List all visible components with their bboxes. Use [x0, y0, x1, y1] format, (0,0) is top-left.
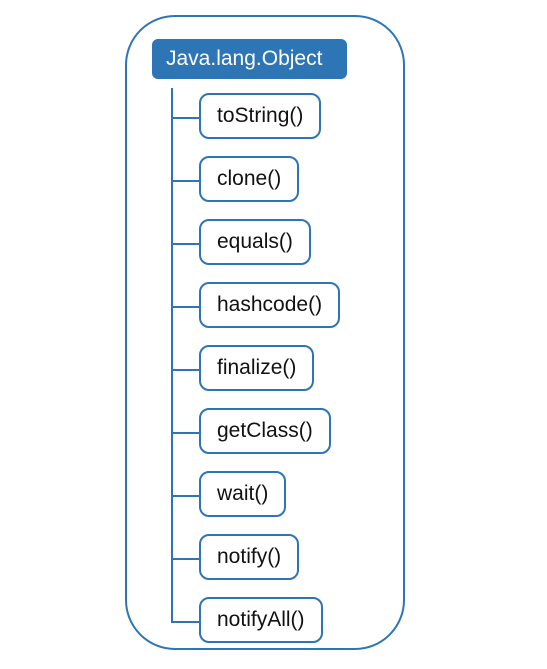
method-row: toString() [187, 93, 373, 142]
method-node: finalize() [199, 345, 314, 391]
diagram-container: Java.lang.Object toString() clone() equals… [125, 15, 405, 650]
method-label: hashcode() [217, 293, 322, 316]
root-label: Java.lang.Object [166, 47, 322, 70]
method-label: toString() [217, 104, 303, 127]
method-label: notify() [217, 545, 281, 568]
method-node: notify() [199, 534, 299, 580]
tree-branch-line [171, 432, 199, 434]
method-node: clone() [199, 156, 299, 202]
tree-branch-line [171, 117, 199, 119]
method-label: finalize() [217, 356, 296, 379]
tree-branch-line [171, 558, 199, 560]
tree-branch-line [171, 495, 199, 497]
method-row: notify() [187, 534, 373, 583]
method-node: wait() [199, 471, 286, 517]
method-row: hashcode() [187, 282, 373, 331]
method-list: toString() clone() equals() hashcode() final… [157, 93, 373, 646]
tree-branch-line [171, 243, 199, 245]
tree-branch-line [171, 369, 199, 371]
method-node: equals() [199, 219, 311, 265]
method-row: finalize() [187, 345, 373, 394]
method-row: getClass() [187, 408, 373, 457]
method-label: getClass() [217, 419, 313, 442]
method-label: equals() [217, 230, 293, 253]
method-node: getClass() [199, 408, 331, 454]
method-label: wait() [217, 482, 268, 505]
method-row: notifyAll() [187, 597, 373, 646]
tree-branch-line [171, 306, 199, 308]
method-node: hashcode() [199, 282, 340, 328]
root-node: Java.lang.Object [152, 39, 347, 79]
tree-branch-line [171, 621, 199, 623]
method-row: equals() [187, 219, 373, 268]
method-node: toString() [199, 93, 321, 139]
tree-trunk-line [171, 88, 173, 623]
method-label: notifyAll() [217, 608, 305, 631]
method-row: wait() [187, 471, 373, 520]
tree-branch-line [171, 180, 199, 182]
method-row: clone() [187, 156, 373, 205]
method-label: clone() [217, 167, 281, 190]
method-node: notifyAll() [199, 597, 323, 643]
